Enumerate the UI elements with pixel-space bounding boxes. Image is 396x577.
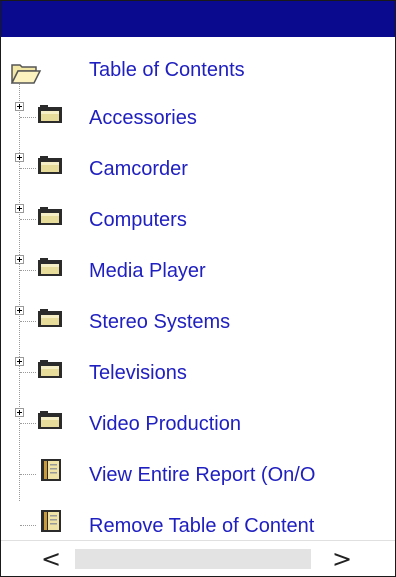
panel-title-bar	[1, 1, 395, 37]
tree-root-label[interactable]: Table of Contents	[89, 58, 245, 82]
horizontal-scrollbar[interactable]: < >	[1, 540, 395, 576]
folder-icon	[38, 411, 62, 429]
tree-item-label[interactable]: Video Production	[89, 412, 241, 436]
folder-icon	[38, 105, 62, 123]
scrollbar-track[interactable]	[75, 549, 311, 569]
tree-item[interactable]: Computers	[1, 195, 395, 243]
folder-icon	[38, 207, 62, 225]
report-page-icon	[41, 459, 61, 481]
tree-item[interactable]: Media Player	[1, 246, 395, 294]
tree-item[interactable]: Accessories	[1, 93, 395, 141]
tree-connector-branch	[20, 525, 36, 526]
tree-item[interactable]: Camcorder	[1, 144, 395, 192]
tree-connector-branch	[20, 423, 36, 424]
tree-item-label[interactable]: View Entire Report (On/O	[89, 463, 315, 487]
folder-icon	[38, 360, 62, 378]
scroll-right-arrow-icon[interactable]: >	[327, 547, 357, 571]
tree-item-label[interactable]: Media Player	[89, 259, 206, 283]
tree-item-label[interactable]: Accessories	[89, 106, 197, 130]
tree-connector-branch	[20, 321, 36, 322]
expand-plus-icon[interactable]	[15, 102, 24, 111]
tree-connector-branch	[20, 474, 36, 475]
expand-plus-icon[interactable]	[15, 357, 24, 366]
folder-icon	[38, 309, 62, 327]
tree-item-label[interactable]: Camcorder	[89, 157, 188, 181]
tree-connector-branch	[20, 372, 36, 373]
tree-connector-branch	[20, 219, 36, 220]
tree-connector-branch	[20, 270, 36, 271]
tree-item[interactable]: View Entire Report (On/O	[1, 450, 395, 498]
tree-item-label[interactable]: Remove Table of Content	[89, 514, 314, 538]
folder-icon	[38, 156, 62, 174]
tree-item-label[interactable]: Computers	[89, 208, 187, 232]
expand-plus-icon[interactable]	[15, 306, 24, 315]
tree-connector-branch	[20, 168, 36, 169]
tree-root[interactable]: Table of Contents	[1, 45, 395, 93]
scroll-left-arrow-icon[interactable]: <	[36, 547, 66, 571]
expand-plus-icon[interactable]	[15, 408, 24, 417]
tree-item[interactable]: Televisions	[1, 348, 395, 396]
report-page-icon	[41, 510, 61, 532]
expand-plus-icon[interactable]	[15, 153, 24, 162]
tree-item[interactable]: Video Production	[1, 399, 395, 447]
expand-plus-icon[interactable]	[15, 204, 24, 213]
toc-tree: Table of Contents Accessories Camcorder Co…	[1, 37, 395, 540]
open-folder-icon	[10, 64, 42, 84]
tree-item[interactable]: Stereo Systems	[1, 297, 395, 345]
expand-plus-icon[interactable]	[15, 255, 24, 264]
folder-icon	[38, 258, 62, 276]
tree-item-label[interactable]: Televisions	[89, 361, 187, 385]
tree-item-label[interactable]: Stereo Systems	[89, 310, 230, 334]
tree-connector-branch	[20, 117, 36, 118]
toc-panel: Table of Contents Accessories Camcorder Co…	[0, 0, 396, 577]
